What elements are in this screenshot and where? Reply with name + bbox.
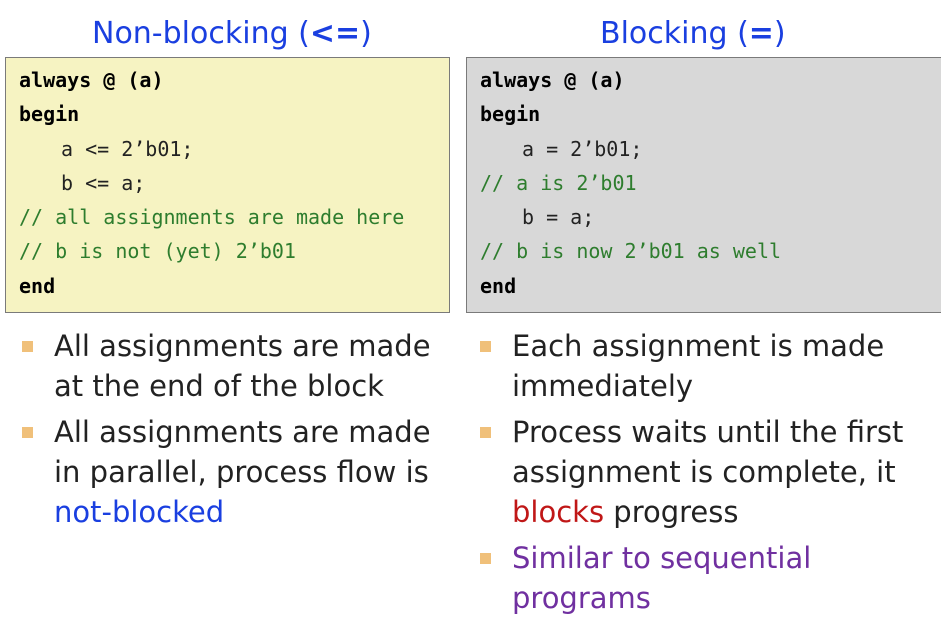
code-line: end xyxy=(19,273,56,298)
code-comment: // all assignments are made here xyxy=(19,205,405,230)
blocking-code-box: always @ (a) begin a = 2’b01; // a is 2’… xyxy=(466,57,941,313)
code-line: always @ (a) xyxy=(480,68,625,92)
blocking-bullet-list: Each assignment is made immediately Proc… xyxy=(480,326,941,624)
nonblocking-title-text: Non-blocking ( xyxy=(92,16,310,51)
bullet-square-icon xyxy=(480,553,491,564)
code-line: begin xyxy=(480,102,541,127)
bullet-highlight: blocks xyxy=(512,495,605,529)
bullet-text: All assignments are made at the end of t… xyxy=(54,329,431,403)
nonblocking-title: Non-blocking (<=) xyxy=(92,14,372,54)
blocking-title-close: ) xyxy=(773,16,786,51)
code-line: b <= a; xyxy=(61,170,146,195)
bullet-text: Similar to sequential programs xyxy=(512,541,812,615)
bullet-square-icon xyxy=(22,341,33,352)
code-line: always @ (a) xyxy=(19,68,164,92)
code-comment: // a is 2’b01 xyxy=(480,170,637,195)
bullet-text: progress xyxy=(604,495,739,529)
bullet-text: Each assignment is made immediately xyxy=(512,329,885,403)
bullet-item: All assignments are made at the end of t… xyxy=(22,326,442,406)
code-line: a <= 2’b01; xyxy=(61,136,194,161)
blocking-operator: = xyxy=(748,16,774,51)
blocking-title: Blocking (=) xyxy=(600,14,786,54)
nonblocking-title-close: ) xyxy=(360,16,372,51)
bullet-item: Similar to sequential programs xyxy=(480,538,941,618)
bullet-item: All assignments are made in parallel, pr… xyxy=(22,412,442,532)
bullet-square-icon xyxy=(22,427,33,438)
bullet-text: Process waits until the first assignment… xyxy=(512,415,904,489)
nonblocking-operator: <= xyxy=(309,16,361,51)
bullet-item: Each assignment is made immediately xyxy=(480,326,941,406)
code-comment: // b is not (yet) 2’b01 xyxy=(19,239,296,264)
code-line: b = a; xyxy=(522,205,595,230)
bullet-text: All assignments are made in parallel, pr… xyxy=(54,415,431,489)
code-line: a = 2’b01; xyxy=(522,136,643,161)
code-line: end xyxy=(480,273,517,298)
nonblocking-code-box: always @ (a) begin a <= 2’b01; b <= a; /… xyxy=(5,57,450,313)
code-comment: // b is now 2’b01 as well xyxy=(480,239,782,264)
bullet-highlight: not-blocked xyxy=(54,495,225,529)
bullet-square-icon xyxy=(480,427,491,438)
code-line: begin xyxy=(19,102,80,127)
blocking-title-text: Blocking ( xyxy=(600,16,749,51)
bullet-item: Process waits until the first assignment… xyxy=(480,412,941,532)
nonblocking-bullet-list: All assignments are made at the end of t… xyxy=(22,326,442,538)
bullet-square-icon xyxy=(480,341,491,352)
